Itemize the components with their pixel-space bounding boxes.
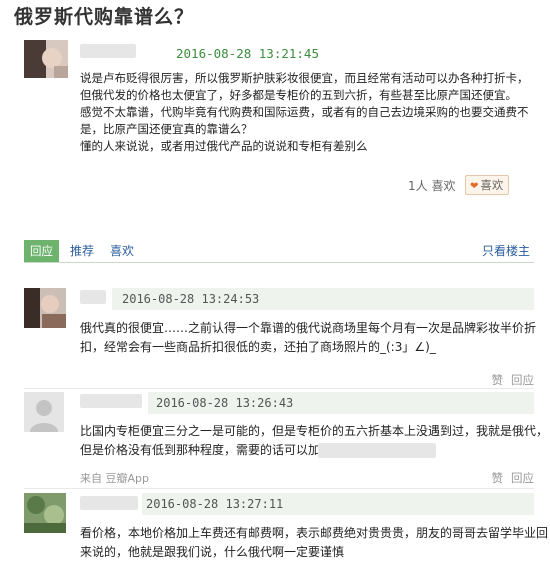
like-link[interactable]: 喜欢 [110,242,134,259]
like-button-label: 喜欢 [480,178,504,192]
post-action-bar: 回应 推荐 喜欢 只看楼主 [24,238,534,263]
comment-1-like[interactable]: 赞 [492,373,504,387]
comment-divider [24,488,534,489]
op-line-4: 是，比原产国还便宜真的靠谱么？ [80,122,253,136]
comment-1-line-2: 扣，经常会有一些商品折扣很低的卖，还拍了商场照片的_(:3」∠)_ [80,340,436,354]
op-username-blurred [80,44,136,58]
comment-1-avatar[interactable] [24,288,66,328]
comment-2-avatar[interactable] [24,392,64,432]
op-avatar[interactable] [24,40,68,78]
op-line-3: 感觉不太靠谱，代购毕竟有代购费和国际运费，或者有的自己去边境采购的也要交通费不 [80,105,529,119]
comment-1-username-blurred [80,290,106,304]
only-op-link[interactable]: 只看楼主 [482,242,530,259]
default-avatar-icon [24,392,64,432]
page-title: 俄罗斯代购靠谱么？ [14,6,195,28]
reply-button[interactable]: 回应 [24,240,59,262]
comment-3-line-1: 看价格，本地价格加上车费还有邮费啊，表示邮费绝对贵贵贵，朋友的哥哥去留学毕业回 [80,526,549,540]
comment-3-line-2: 来说的，他就是跟我们说，什么俄代啊一定要谨慎 [80,545,345,559]
comment-2-line-2: 但是价格没有低到那种程度，需要的话可以加微 [80,443,333,457]
recommend-link[interactable]: 推荐 [70,242,94,259]
comment-3-avatar-image [24,493,66,533]
comment-1-avatar-image [24,288,66,328]
comment-2-username-blurred [80,394,142,408]
like-button[interactable]: ❤ 喜欢 [465,175,510,195]
comment-2-like[interactable]: 赞 [492,471,504,485]
comment-3-avatar[interactable] [24,493,66,533]
comment-2-contact-blurred [318,443,436,458]
comment-1-line-1: 俄代真的很便宜……之前认得一个靠谱的俄代说商场里每个月有一次是品牌彩妆半价折 [80,321,537,335]
like-count[interactable]: 1人 喜欢 [408,177,455,194]
op-avatar-image [24,40,68,78]
comment-3-timestamp: 2016-08-28 13:27:11 [146,497,284,511]
comment-2-ops: 赞回应 [484,470,535,486]
op-timestamp: 2016-08-28 13:21:45 [176,46,319,61]
heart-icon: ❤ [470,181,479,192]
op-line-1: 说是卢布贬得很厉害，所以俄罗斯护肤彩妆很便宜，而且经常有活动可以办各种打折卡， [80,71,529,85]
comment-divider [24,388,534,389]
comment-2-line-1: 比国内专柜便宜三分之一是可能的，但是专柜价的五六折基本上没遇到过，我就是俄代， [80,424,549,438]
comment-3-username-blurred [80,496,138,510]
op-line-5: 懂的人来说说，或者用过俄代产品的说说和专柜有差别么 [80,139,368,153]
comment-1-timestamp: 2016-08-28 13:24:53 [122,292,260,306]
op-line-2: 但俄代发的价格也太便宜了，好多都是专柜价的五到六折，有些甚至比原产国还便宜。 [80,88,517,102]
comment-2-timestamp: 2016-08-28 13:26:43 [156,396,294,410]
comment-1-ops: 赞回应 [484,372,535,388]
comment-1-reply[interactable]: 回应 [511,373,534,387]
comment-2-source[interactable]: 来自 豆瓣App [80,470,149,486]
comment-2-reply[interactable]: 回应 [511,471,534,485]
